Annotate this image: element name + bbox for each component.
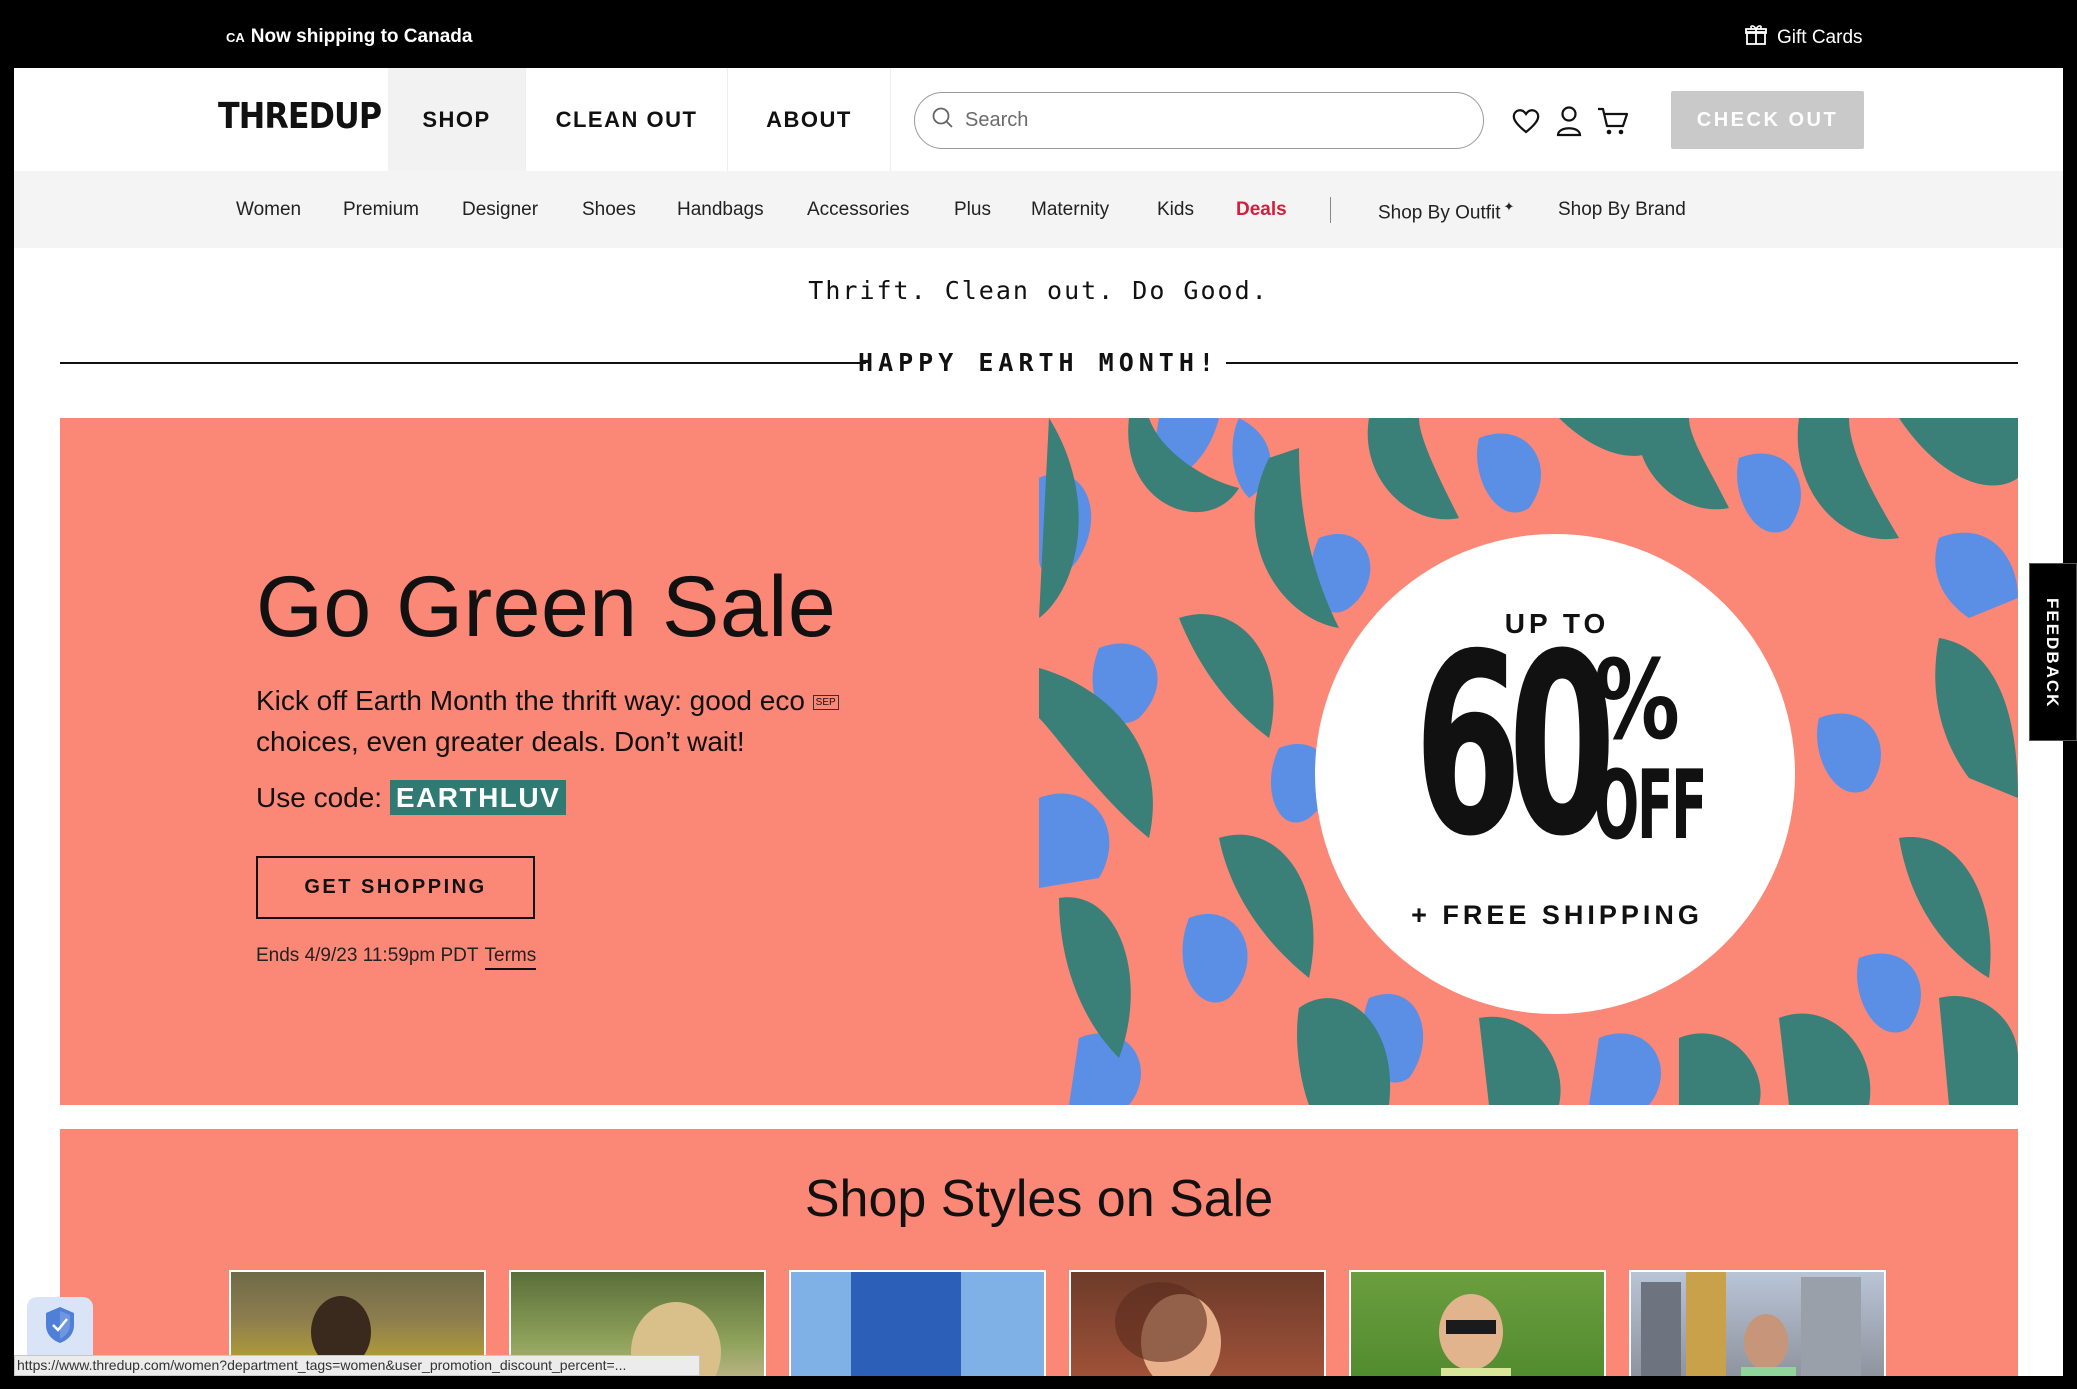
site-header: THREDUP SHOP CLEAN OUT ABOUT CHECK OUT [14,68,2063,171]
style-thumbnail[interactable] [1069,1270,1326,1376]
nav-accessories[interactable]: Accessories [807,199,909,221]
style-photo [1439,1294,1511,1376]
sparkle-icon: ✦ [1503,199,1515,214]
nav-divider [1330,197,1331,223]
status-bar-url: https://www.thredup.com/women?department… [14,1355,700,1376]
badge-off: OFF [1594,751,1707,861]
badge-sixty: 60 [1414,600,1616,891]
hero-banner: Go Green Sale Kick off Earth Month the t… [60,418,2018,1105]
favorites-heart-icon[interactable] [1509,104,1543,138]
tab-clean-out[interactable]: CLEAN OUT [526,68,728,171]
badge-percent-sign: % [1594,636,1680,764]
nav-maternity[interactable]: Maternity [1031,199,1109,221]
hero-description-line2: choices, even greater deals. Don’t wait! [256,726,745,757]
get-shopping-button[interactable]: GET SHOPPING [256,856,535,919]
country-code: CA [226,30,245,45]
sale-end-text: Ends 4/9/23 11:59pm PDT [256,945,479,966]
hero-description: Kick off Earth Month the thrift way: goo… [256,680,876,762]
style-photo [851,1272,961,1376]
nav-deals[interactable]: Deals [1236,199,1287,221]
shop-styles-section: Shop Styles on Sale [60,1129,2018,1376]
style-thumbnail[interactable] [789,1270,1046,1376]
style-photo [1115,1282,1221,1376]
search-icon [931,106,955,135]
gift-cards-link[interactable]: Gift Cards [1745,24,1863,52]
tab-shop[interactable]: SHOP [388,68,526,171]
hero-description-line1: Kick off Earth Month the thrift way: goo… [256,685,813,716]
promo-code-label: Use code: [256,782,383,813]
shipping-notice[interactable]: CA Now shipping to Canada [226,26,472,48]
style-photo [1641,1272,1861,1376]
style-thumbnail[interactable] [1629,1270,1886,1376]
hero-title: Go Green Sale [256,559,837,655]
nav-women[interactable]: Women [236,199,301,221]
top-promo-bar: CA Now shipping to Canada Gift Cards [0,0,2077,68]
sep-glyph: SEP [812,695,839,711]
category-nav: Women Premium Designer Shoes Handbags Ac… [14,171,2063,248]
terms-link[interactable]: Terms [484,945,537,970]
shipping-text: Now shipping to Canada [250,26,473,47]
gift-cards-label: Gift Cards [1777,27,1863,48]
security-shield-widget[interactable] [27,1297,93,1357]
hero-text-panel: Go Green Sale Kick off Earth Month the t… [60,418,1039,1105]
search-input[interactable] [965,109,1445,132]
nav-handbags[interactable]: Handbags [677,199,764,221]
tagline: Thrift. Clean out. Do Good. [808,276,1269,305]
badge-free-shipping: + FREE SHIPPING [1411,900,1703,930]
promo-code-line: Use code: EARTHLUV [256,780,567,815]
shield-check-icon [43,1305,77,1350]
nav-shop-by-outfit-label: Shop By Outfit [1378,202,1501,224]
nav-designer[interactable]: Designer [462,199,538,221]
page-viewport: THREDUP SHOP CLEAN OUT ABOUT CHECK OUT W… [14,68,2063,1376]
nav-shop-by-brand[interactable]: Shop By Brand [1558,199,1686,221]
nav-plus[interactable]: Plus [954,199,991,221]
feedback-label: FEEDBACK [2043,598,2062,709]
nav-premium[interactable]: Premium [343,199,419,221]
checkout-button[interactable]: CHECK OUT [1671,91,1864,149]
tab-shop-label: SHOP [422,106,491,132]
tab-about-label: ABOUT [766,106,852,132]
sale-end-notice: Ends 4/9/23 11:59pm PDT Terms [256,945,537,970]
search-bar[interactable] [914,92,1484,149]
cart-icon[interactable] [1596,104,1630,138]
nav-kids[interactable]: Kids [1157,199,1194,221]
nav-shoes[interactable]: Shoes [582,199,636,221]
section-title: Shop Styles on Sale [804,1170,1274,1228]
tab-about[interactable]: ABOUT [728,68,891,171]
thredup-logo[interactable]: THREDUP [218,96,382,137]
tab-clean-out-label: CLEAN OUT [555,106,698,132]
badge-big-number: 60 % OFF [1414,616,1714,876]
account-user-icon[interactable] [1552,104,1586,138]
gift-icon [1745,24,1767,52]
feedback-tab[interactable]: FEEDBACK [2029,563,2077,741]
earth-month-heading: HAPPY EARTH MONTH! [858,348,1219,377]
discount-badge: UP TO 60 % OFF + FREE SHIPPING [1342,538,1772,1014]
promo-code-badge: EARTHLUV [389,780,567,815]
nav-shop-by-outfit[interactable]: Shop By Outfit ✦ [1378,199,1514,224]
style-thumbnail[interactable] [1349,1270,1606,1376]
